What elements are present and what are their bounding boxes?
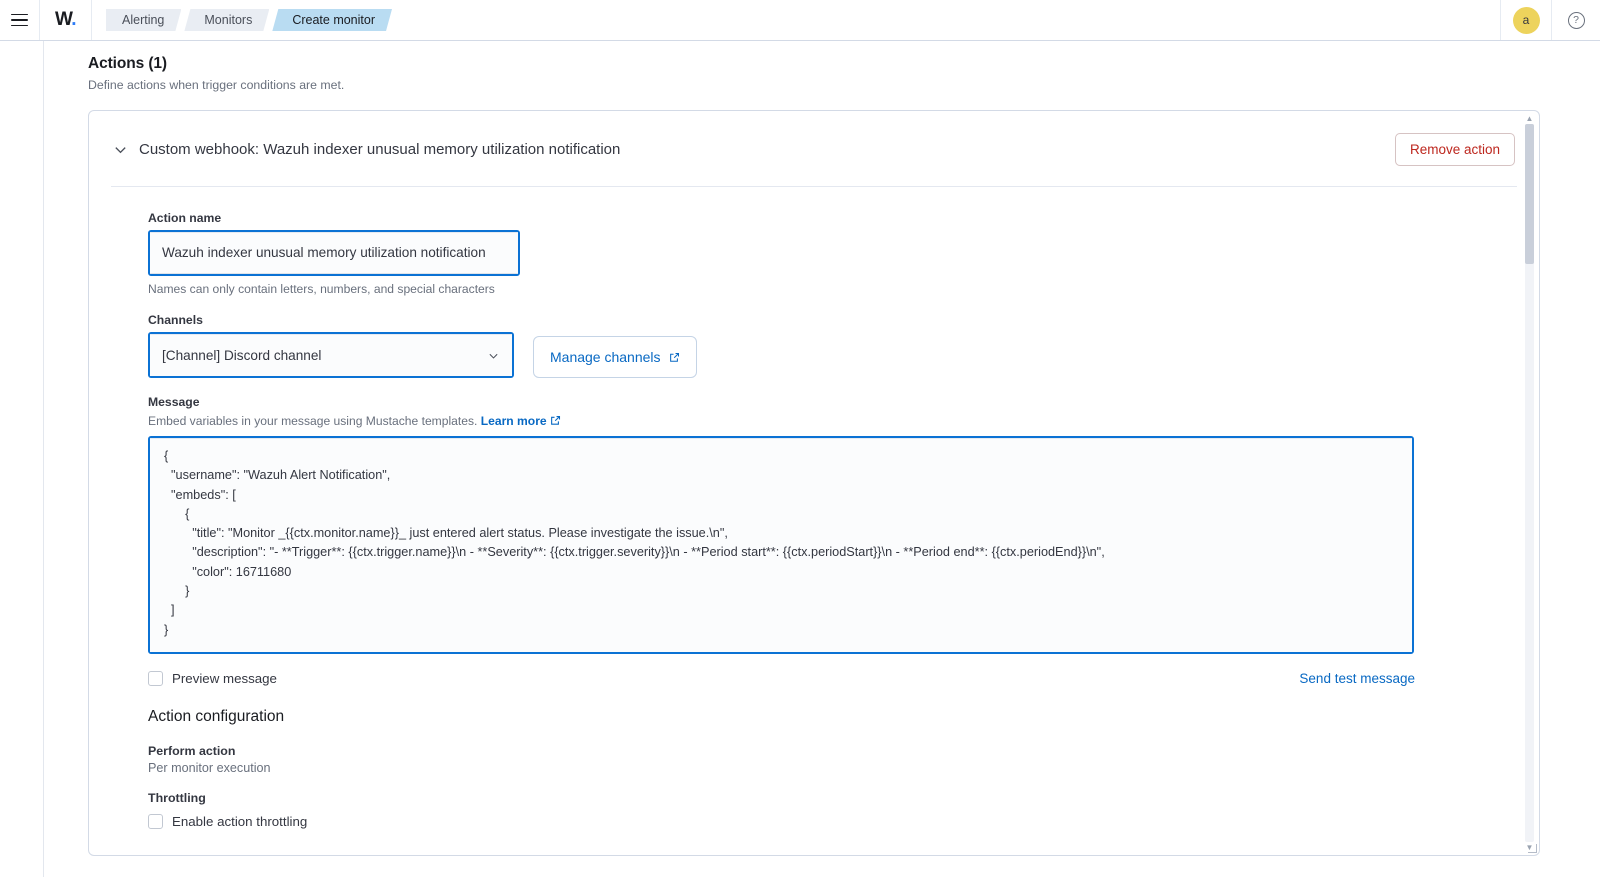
preview-message-checkbox[interactable] <box>148 671 163 686</box>
action-form: Action name Wazuh indexer unusual memory… <box>111 114 1537 853</box>
app-logo[interactable]: W. <box>40 0 92 40</box>
channels-highlight: [Channel] Discord channel <box>148 332 514 378</box>
hamburger-icon <box>11 13 28 27</box>
help-icon: ? <box>1567 11 1585 29</box>
action-panel-header: Custom webhook: Wazuh indexer unusual me… <box>111 133 1517 187</box>
logo-letter: W <box>55 9 72 30</box>
perform-action-label: Perform action <box>148 744 236 758</box>
send-test-message-link[interactable]: Send test message <box>1299 671 1415 686</box>
manage-channels-label: Manage channels <box>550 349 661 365</box>
breadcrumb-item-monitors[interactable]: Monitors <box>184 9 269 31</box>
action-configuration-title: Action configuration <box>148 708 285 725</box>
enable-throttling-label: Enable action throttling <box>172 814 308 829</box>
channels-label: Channels <box>148 313 203 327</box>
preview-message-control[interactable]: Preview message <box>148 671 277 686</box>
logo-text: W. <box>55 9 77 31</box>
main-content: Actions (1) Define actions when trigger … <box>44 41 1600 877</box>
external-link-icon <box>669 352 679 362</box>
throttling-control[interactable]: Enable action throttling <box>148 814 1517 829</box>
help-button[interactable]: ? <box>1552 0 1600 40</box>
message-actions-row: Preview message Send test message <box>148 671 1415 686</box>
message-highlight: { "username": "Wazuh Alert Notification"… <box>148 114 1537 853</box>
breadcrumb-item-create-monitor[interactable]: Create monitor <box>272 9 392 31</box>
perform-action-value: Per monitor execution <box>148 761 271 775</box>
channels-selected-value: [Channel] Discord channel <box>162 347 322 363</box>
message-textarea[interactable]: { "username": "Wazuh Alert Notification"… <box>150 438 1412 652</box>
breadcrumb-item-alerting[interactable]: Alerting <box>106 9 181 31</box>
channels-select[interactable]: [Channel] Discord channel <box>150 334 512 376</box>
logo-dot: . <box>71 9 76 30</box>
textarea-resize-handle[interactable] <box>1528 844 1537 853</box>
external-link-icon <box>551 415 561 425</box>
page-title: Actions (1) <box>88 55 167 72</box>
remove-action-button[interactable]: Remove action <box>1394 133 1515 166</box>
message-help: Embed variables in your message using Mu… <box>148 414 1517 428</box>
action-name-highlight: Wazuh indexer unusual memory utilization… <box>148 230 520 276</box>
user-avatar-button[interactable]: a <box>1500 0 1552 40</box>
message-scrollbar[interactable]: ▲ ▼ <box>1524 114 1535 852</box>
left-rail <box>0 41 44 877</box>
action-name-label: Action name <box>148 211 222 225</box>
avatar: a <box>1512 6 1540 34</box>
page-wrapper: Actions (1) Define actions when trigger … <box>0 41 1600 877</box>
message-help-text: Embed variables in your message using Mu… <box>148 414 478 428</box>
manage-channels-button[interactable]: Manage channels <box>533 336 697 378</box>
menu-toggle-button[interactable] <box>0 0 40 40</box>
page-subtitle: Define actions when trigger conditions a… <box>88 78 345 92</box>
topbar-right-group: a ? <box>1500 0 1600 40</box>
preview-message-label: Preview message <box>172 671 277 686</box>
action-name-input[interactable]: Wazuh indexer unusual memory utilization… <box>150 232 518 274</box>
message-field-wrapper: { "username": "Wazuh Alert Notification"… <box>148 114 1537 853</box>
chevron-down-icon <box>489 353 498 359</box>
breadcrumb: Alerting Monitors Create monitor <box>92 0 395 40</box>
action-panel-title: Custom webhook: Wazuh indexer unusual me… <box>139 141 621 158</box>
action-name-help: Names can only contain letters, numbers,… <box>148 282 495 296</box>
scroll-up-icon[interactable]: ▲ <box>1526 114 1534 123</box>
learn-more-link[interactable]: Learn more <box>481 414 547 428</box>
message-label: Message <box>148 395 200 409</box>
channels-row: [Channel] Discord channel Manage channel… <box>148 332 1517 378</box>
enable-throttling-checkbox[interactable] <box>148 814 163 829</box>
scrollbar-track[interactable] <box>1525 124 1534 842</box>
chevron-down-icon[interactable] <box>113 142 128 157</box>
top-navigation-bar: W. Alerting Monitors Create monitor a ? <box>0 0 1600 41</box>
throttling-label: Throttling <box>148 791 206 805</box>
scrollbar-thumb[interactable] <box>1525 124 1534 264</box>
action-panel: Custom webhook: Wazuh indexer unusual me… <box>88 110 1540 856</box>
